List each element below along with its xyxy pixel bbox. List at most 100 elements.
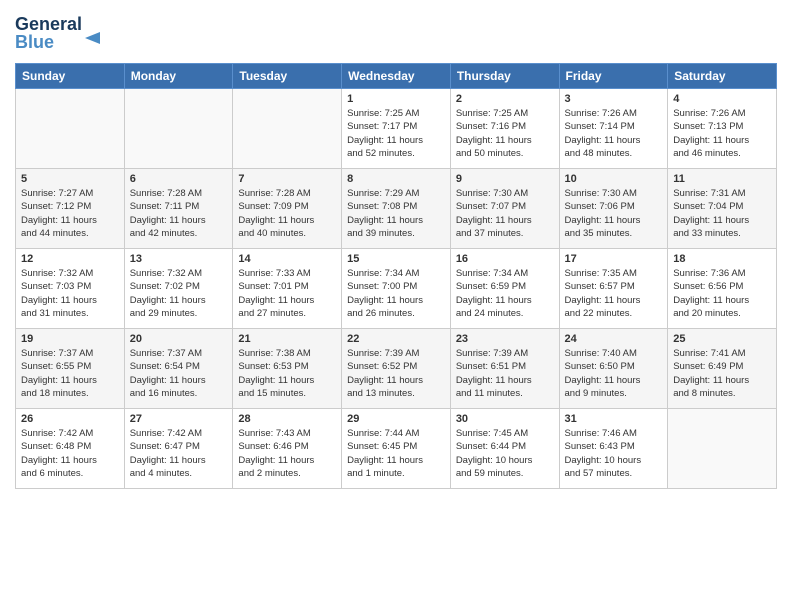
- day-number: 30: [456, 413, 554, 425]
- day-number: 18: [673, 253, 771, 265]
- day-cell: 21Sunrise: 7:38 AM Sunset: 6:53 PM Dayli…: [233, 329, 342, 409]
- day-cell: 15 Sunrise: 7:34 AM Sunset: 7:00 PM Dayli…: [342, 249, 451, 329]
- day-cell: 14 Sunrise: 7:33 AM Sunset: 7:01 PM Dayli…: [233, 249, 342, 329]
- day-number: 29: [347, 413, 445, 425]
- day-number: 10: [565, 173, 663, 185]
- day-number: 15: [347, 253, 445, 265]
- weekday-header-friday: Friday: [559, 64, 668, 89]
- day-info: Sunrise: 7:37 AM Sunset: 6:55 PM Dayligh…: [21, 347, 119, 400]
- day-number: 23: [456, 333, 554, 345]
- day-number: 25: [673, 333, 771, 345]
- day-cell: 10Sunrise: 7:30 AM Sunset: 7:06 PM Dayli…: [559, 169, 668, 249]
- day-cell: 18Sunrise: 7:36 AM Sunset: 6:56 PM Dayli…: [668, 249, 777, 329]
- day-info: Sunrise: 7:44 AM Sunset: 6:45 PM Dayligh…: [347, 427, 445, 480]
- day-cell: [16, 89, 125, 169]
- day-number: 28: [238, 413, 336, 425]
- weekday-header-row: SundayMondayTuesdayWednesdayThursdayFrid…: [16, 64, 777, 89]
- day-number: 5: [21, 173, 119, 185]
- day-cell: 11Sunrise: 7:31 AM Sunset: 7:04 PM Dayli…: [668, 169, 777, 249]
- day-cell: [233, 89, 342, 169]
- day-number: 31: [565, 413, 663, 425]
- calendar-table: SundayMondayTuesdayWednesdayThursdayFrid…: [15, 63, 777, 489]
- day-number: 8: [347, 173, 445, 185]
- day-cell: 22Sunrise: 7:39 AM Sunset: 6:52 PM Dayli…: [342, 329, 451, 409]
- day-number: 13: [130, 253, 228, 265]
- day-cell: [124, 89, 233, 169]
- day-cell: 23 Sunrise: 7:39 AM Sunset: 6:51 PM Dayli…: [450, 329, 559, 409]
- day-cell: 1 Sunrise: 7:25 AM Sunset: 7:17 PM Daylig…: [342, 89, 451, 169]
- day-info: Sunrise: 7:32 AM Sunset: 7:03 PM Dayligh…: [21, 267, 119, 320]
- day-info: Sunrise: 7:30 AM Sunset: 7:07 PM Dayligh…: [456, 187, 554, 240]
- day-info: Sunrise: 7:45 AM Sunset: 6:44 PM Dayligh…: [456, 427, 554, 480]
- day-cell: 28 Sunrise: 7:43 AM Sunset: 6:46 PM Dayli…: [233, 409, 342, 489]
- day-cell: 4 Sunrise: 7:26 AM Sunset: 7:13 PM Daylig…: [668, 89, 777, 169]
- day-info: Sunrise: 7:40 AM Sunset: 6:50 PM Dayligh…: [565, 347, 663, 400]
- day-cell: 6 Sunrise: 7:28 AM Sunset: 7:11 PM Daylig…: [124, 169, 233, 249]
- day-info: Sunrise: 7:32 AM Sunset: 7:02 PM Dayligh…: [130, 267, 228, 320]
- logo: General Blue: [15, 10, 105, 55]
- day-number: 16: [456, 253, 554, 265]
- day-number: 1: [347, 93, 445, 105]
- page: General Blue SundayMondayTuesdayWednesda…: [0, 0, 792, 612]
- day-info: Sunrise: 7:26 AM Sunset: 7:13 PM Dayligh…: [673, 107, 771, 160]
- day-cell: 29 Sunrise: 7:44 AM Sunset: 6:45 PM Dayli…: [342, 409, 451, 489]
- day-info: Sunrise: 7:42 AM Sunset: 6:48 PM Dayligh…: [21, 427, 119, 480]
- weekday-header-saturday: Saturday: [668, 64, 777, 89]
- day-cell: 13 Sunrise: 7:32 AM Sunset: 7:02 PM Dayli…: [124, 249, 233, 329]
- day-cell: 20 Sunrise: 7:37 AM Sunset: 6:54 PM Dayli…: [124, 329, 233, 409]
- day-number: 3: [565, 93, 663, 105]
- day-cell: 5 Sunrise: 7:27 AM Sunset: 7:12 PM Daylig…: [16, 169, 125, 249]
- day-info: Sunrise: 7:34 AM Sunset: 7:00 PM Dayligh…: [347, 267, 445, 320]
- weekday-header-thursday: Thursday: [450, 64, 559, 89]
- day-info: Sunrise: 7:31 AM Sunset: 7:04 PM Dayligh…: [673, 187, 771, 240]
- day-cell: 3 Sunrise: 7:26 AM Sunset: 7:14 PM Daylig…: [559, 89, 668, 169]
- day-number: 20: [130, 333, 228, 345]
- day-info: Sunrise: 7:42 AM Sunset: 6:47 PM Dayligh…: [130, 427, 228, 480]
- day-info: Sunrise: 7:41 AM Sunset: 6:49 PM Dayligh…: [673, 347, 771, 400]
- day-info: Sunrise: 7:29 AM Sunset: 7:08 PM Dayligh…: [347, 187, 445, 240]
- day-info: Sunrise: 7:27 AM Sunset: 7:12 PM Dayligh…: [21, 187, 119, 240]
- day-cell: 2 Sunrise: 7:25 AM Sunset: 7:16 PM Daylig…: [450, 89, 559, 169]
- day-number: 19: [21, 333, 119, 345]
- day-info: Sunrise: 7:26 AM Sunset: 7:14 PM Dayligh…: [565, 107, 663, 160]
- day-cell: 27 Sunrise: 7:42 AM Sunset: 6:47 PM Dayli…: [124, 409, 233, 489]
- day-number: 17: [565, 253, 663, 265]
- day-cell: 8 Sunrise: 7:29 AM Sunset: 7:08 PM Daylig…: [342, 169, 451, 249]
- day-info: Sunrise: 7:28 AM Sunset: 7:11 PM Dayligh…: [130, 187, 228, 240]
- day-number: 21: [238, 333, 336, 345]
- day-number: 27: [130, 413, 228, 425]
- weekday-header-wednesday: Wednesday: [342, 64, 451, 89]
- day-cell: 7Sunrise: 7:28 AM Sunset: 7:09 PM Daylig…: [233, 169, 342, 249]
- weekday-header-monday: Monday: [124, 64, 233, 89]
- header: General Blue: [15, 10, 777, 55]
- day-number: 14: [238, 253, 336, 265]
- day-info: Sunrise: 7:33 AM Sunset: 7:01 PM Dayligh…: [238, 267, 336, 320]
- day-info: Sunrise: 7:39 AM Sunset: 6:51 PM Dayligh…: [456, 347, 554, 400]
- day-info: Sunrise: 7:43 AM Sunset: 6:46 PM Dayligh…: [238, 427, 336, 480]
- day-cell: 24 Sunrise: 7:40 AM Sunset: 6:50 PM Dayli…: [559, 329, 668, 409]
- day-cell: 17 Sunrise: 7:35 AM Sunset: 6:57 PM Dayli…: [559, 249, 668, 329]
- day-number: 4: [673, 93, 771, 105]
- day-cell: 25 Sunrise: 7:41 AM Sunset: 6:49 PM Dayli…: [668, 329, 777, 409]
- day-info: Sunrise: 7:25 AM Sunset: 7:17 PM Dayligh…: [347, 107, 445, 160]
- day-cell: 26Sunrise: 7:42 AM Sunset: 6:48 PM Dayli…: [16, 409, 125, 489]
- day-number: 24: [565, 333, 663, 345]
- day-cell: 16 Sunrise: 7:34 AM Sunset: 6:59 PM Dayli…: [450, 249, 559, 329]
- day-info: Sunrise: 7:39 AM Sunset: 6:52 PM Dayligh…: [347, 347, 445, 400]
- day-info: Sunrise: 7:25 AM Sunset: 7:16 PM Dayligh…: [456, 107, 554, 160]
- day-cell: 31 Sunrise: 7:46 AM Sunset: 6:43 PM Dayli…: [559, 409, 668, 489]
- day-info: Sunrise: 7:34 AM Sunset: 6:59 PM Dayligh…: [456, 267, 554, 320]
- day-cell: 9Sunrise: 7:30 AM Sunset: 7:07 PM Daylig…: [450, 169, 559, 249]
- svg-text:Blue: Blue: [15, 32, 54, 52]
- day-cell: 30 Sunrise: 7:45 AM Sunset: 6:44 PM Dayli…: [450, 409, 559, 489]
- day-number: 7: [238, 173, 336, 185]
- day-cell: [668, 409, 777, 489]
- day-number: 12: [21, 253, 119, 265]
- day-info: Sunrise: 7:46 AM Sunset: 6:43 PM Dayligh…: [565, 427, 663, 480]
- day-number: 6: [130, 173, 228, 185]
- svg-text:General: General: [15, 14, 82, 34]
- day-info: Sunrise: 7:37 AM Sunset: 6:54 PM Dayligh…: [130, 347, 228, 400]
- day-info: Sunrise: 7:35 AM Sunset: 6:57 PM Dayligh…: [565, 267, 663, 320]
- week-row-2: 12 Sunrise: 7:32 AM Sunset: 7:03 PM Dayli…: [16, 249, 777, 329]
- day-number: 2: [456, 93, 554, 105]
